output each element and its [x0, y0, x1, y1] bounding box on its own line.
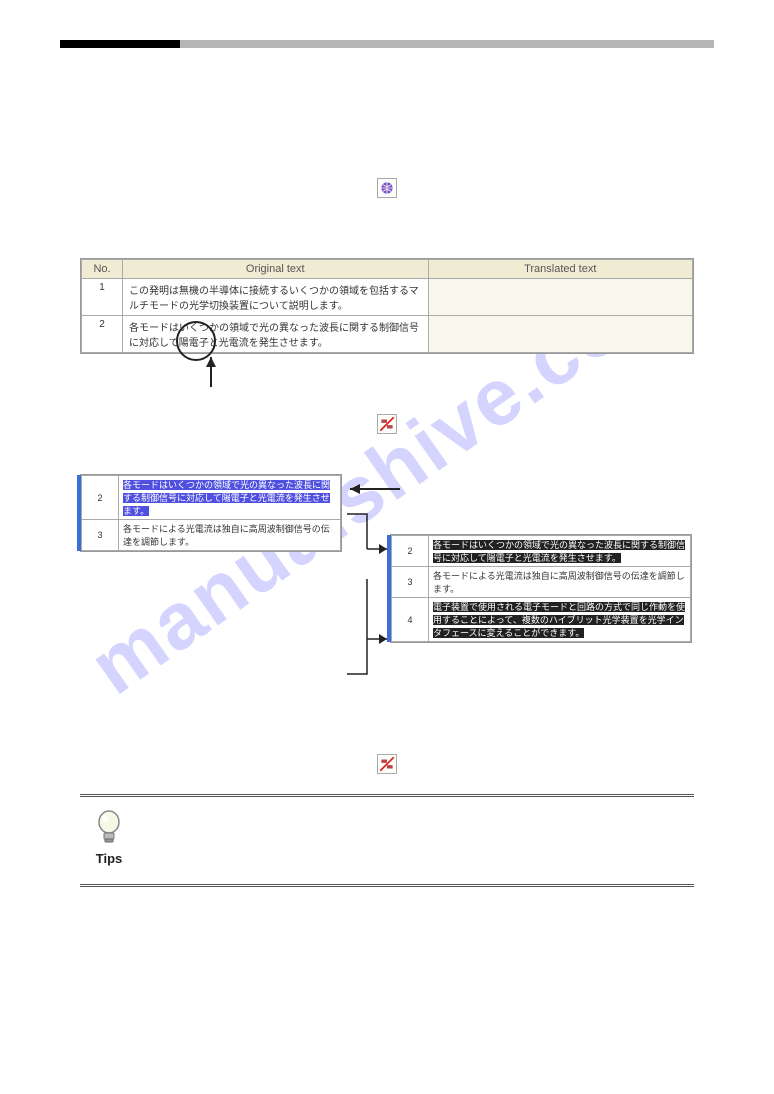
- table-row[interactable]: 4 電子装置で使用される電子モードと回路の方式で同じ作動を使用することによって、…: [392, 598, 691, 642]
- left-snippet-table: 2 各モードはいくつかの領域で光の異なった波長に関する制御信号に対応して陽電子と…: [80, 474, 342, 552]
- row-text[interactable]: 各モードによる光電流は独自に高周波制御信号の伝達を調節します。: [119, 520, 341, 551]
- row-no: 1: [82, 279, 123, 316]
- tips-callout: Tips: [80, 794, 694, 887]
- row-text[interactable]: 各モードによる光電流は独自に高周波制御信号の伝達を調節します。: [429, 567, 691, 598]
- table-row[interactable]: 2 各モードはいくつかの領域で光の異なった波長に関する制御信号に対応して陽電子と…: [82, 316, 693, 353]
- icon-row-2: [60, 414, 714, 434]
- lightbulb-icon: [95, 809, 123, 849]
- row-no: 3: [392, 567, 429, 598]
- row-original[interactable]: 各モードはいくつかの領域で光の異なった波長に関する制御信号に対応して陽電子と光電…: [123, 316, 429, 353]
- icon-row-3: [60, 754, 714, 774]
- row-text[interactable]: 各モードはいくつかの領域で光の異なった波長に関する制御信号に対応して陽電子と光電…: [119, 476, 341, 520]
- header-translated: Translated text: [428, 260, 693, 279]
- mapping-bracket-icon: [342, 509, 392, 679]
- table-row[interactable]: 2 各モードはいくつかの領域で光の異なった波長に関する制御信号に対応して陽電子と…: [82, 476, 341, 520]
- header-no: No.: [82, 260, 123, 279]
- comparison-tables: 2 各モードはいくつかの領域で光の異なった波長に関する制御信号に対応して陽電子と…: [80, 474, 694, 714]
- translation-table: No. Original text Translated text 1 この発明…: [80, 258, 694, 354]
- page-top-bar: [60, 40, 714, 48]
- table-row[interactable]: 3 各モードによる光電流は独自に高周波制御信号の伝達を調節します。: [82, 520, 341, 551]
- break-link-icon: [377, 754, 397, 774]
- header-original: Original text: [123, 260, 429, 279]
- mapping-arrow-icon: [340, 474, 400, 514]
- pointer-arrow-icon: [191, 357, 231, 397]
- row-no: 2: [82, 476, 119, 520]
- selection-bar-icon: [77, 475, 81, 551]
- break-link-icon: [377, 414, 397, 434]
- row-text[interactable]: 各モードはいくつかの領域で光の異なった波長に関する制御信号に対応して陽電子と光電…: [429, 536, 691, 567]
- row-text[interactable]: 電子装置で使用される電子モードと回路の方式で同じ作動を使用することによって、複数…: [429, 598, 691, 642]
- row-original[interactable]: この発明は無機の半導体に接続するいくつかの領域を包括するマルチモードの光学切換装…: [123, 279, 429, 316]
- table-row[interactable]: 3 各モードによる光電流は独自に高周波制御信号の伝達を調節します。: [392, 567, 691, 598]
- table-row[interactable]: 2 各モードはいくつかの領域で光の異なった波長に関する制御信号に対応して陽電子と…: [392, 536, 691, 567]
- table-row[interactable]: 1 この発明は無機の半導体に接続するいくつかの領域を包括するマルチモードの光学切…: [82, 279, 693, 316]
- row-no: 2: [392, 536, 429, 567]
- row-translated[interactable]: [428, 279, 693, 316]
- row-no: 3: [82, 520, 119, 551]
- hyperlink-globe-icon: [377, 178, 397, 198]
- selection-bar-icon: [387, 535, 391, 642]
- tips-label: Tips: [84, 851, 134, 866]
- right-snippet-table: 2 各モードはいくつかの領域で光の異なった波長に関する制御信号に対応して陽電子と…: [390, 534, 692, 643]
- row-no: 2: [82, 316, 123, 353]
- icon-row-1: [60, 178, 714, 198]
- row-translated[interactable]: [428, 316, 693, 353]
- row-no: 4: [392, 598, 429, 642]
